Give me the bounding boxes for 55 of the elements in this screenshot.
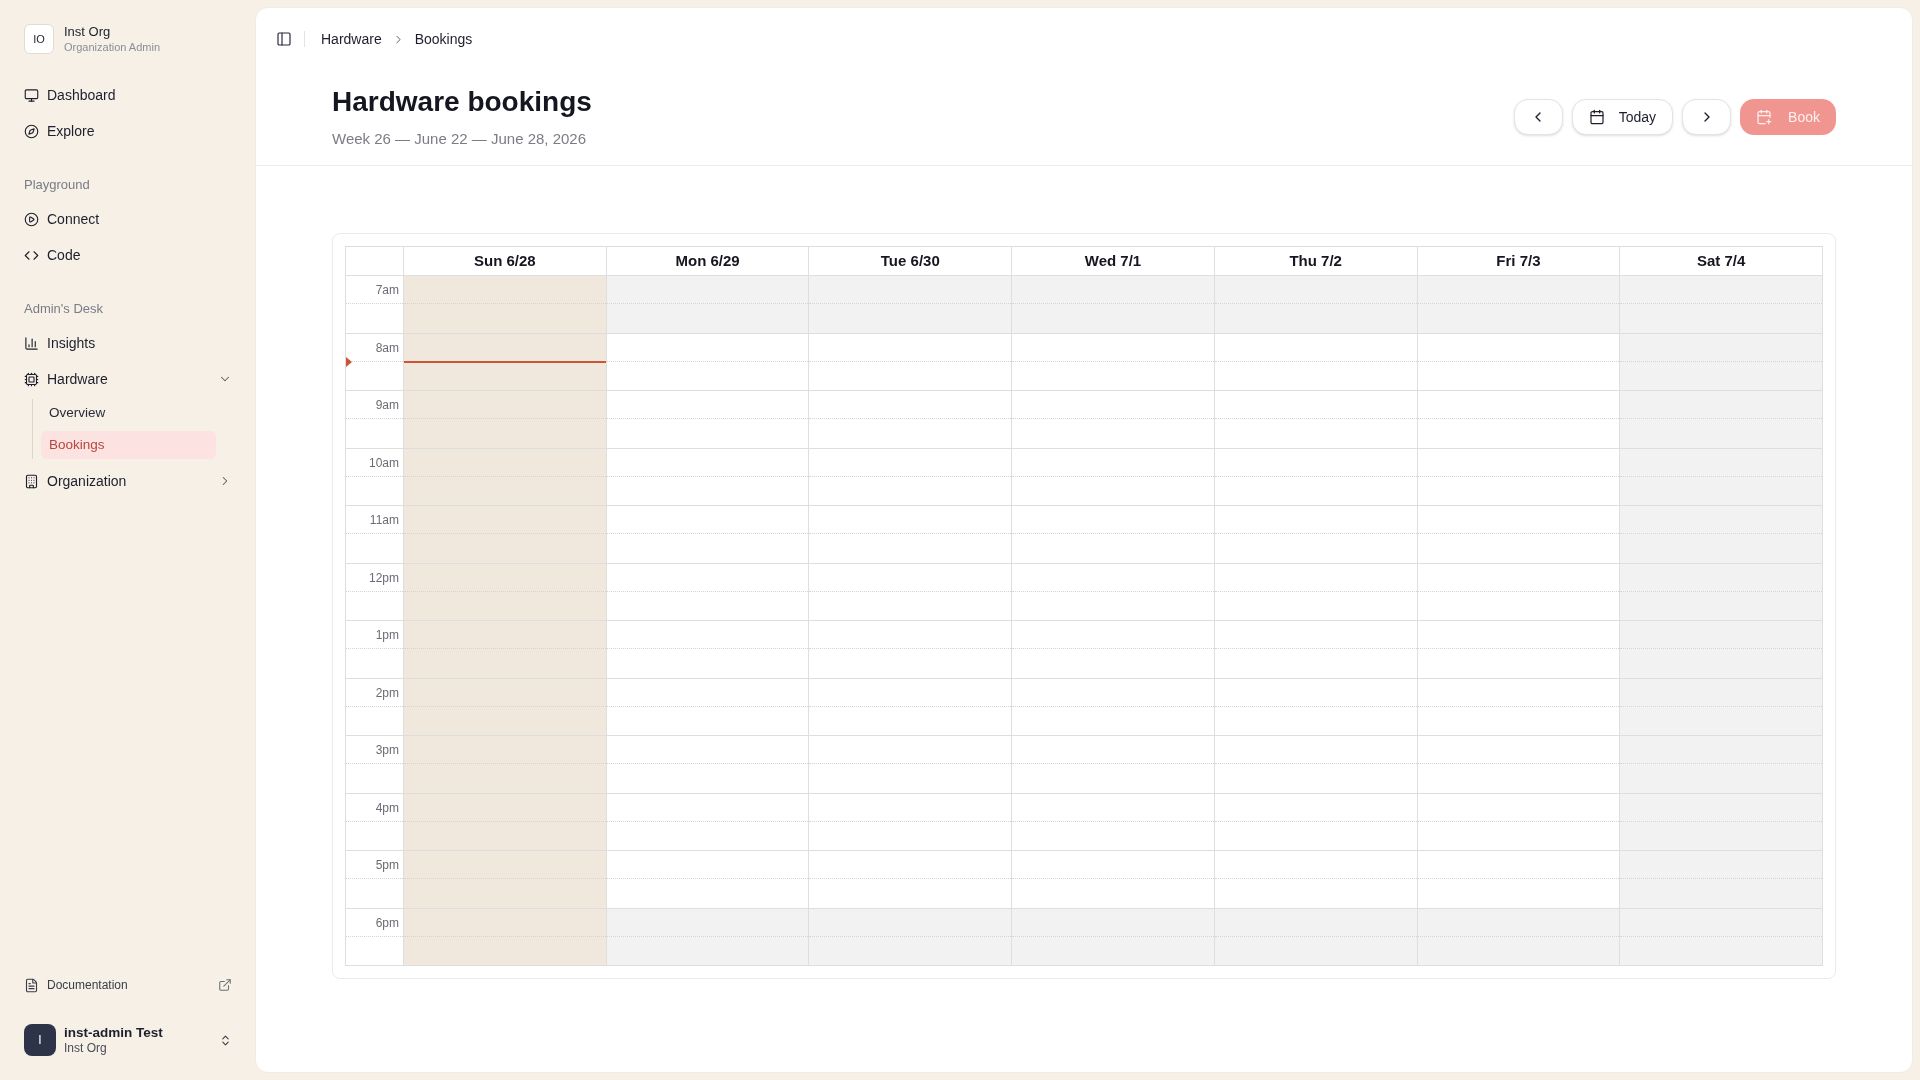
time-label: 11am (369, 512, 399, 528)
documentation-link[interactable]: Documentation (47, 976, 128, 994)
day-header: Sun 6/28 (404, 247, 607, 276)
time-label: 4pm (375, 799, 399, 816)
compass-icon (24, 123, 39, 139)
page-title: Hardware bookings (332, 85, 592, 119)
user-name: inst-admin Test (64, 1024, 163, 1041)
external-link-icon[interactable] (218, 978, 232, 992)
time-label: 12pm (368, 569, 399, 586)
monitor-icon (24, 87, 39, 103)
day-header: Sat 7/4 (1620, 247, 1823, 276)
play-circle-icon (24, 211, 39, 227)
nav-item[interactable]: Connect (24, 210, 100, 228)
time-label: 9am (375, 397, 399, 413)
breadcrumb-link[interactable]: Hardware (321, 28, 382, 50)
org-name: Inst Org (64, 24, 111, 40)
nav-item[interactable]: Hardware (24, 370, 232, 388)
nav-item[interactable]: Explore (24, 122, 95, 140)
nav-item[interactable]: Insights (24, 334, 96, 352)
time-label: 6pm (375, 914, 399, 931)
section-label: Admin's Desk (24, 300, 104, 319)
day-header: Mon 6/29 (606, 247, 810, 276)
day-header: Tue 6/30 (809, 247, 1013, 276)
nav-item[interactable]: Organization (24, 472, 232, 490)
day-header: Wed 7/1 (1012, 247, 1215, 276)
time-label: 7am (375, 282, 399, 298)
today-button[interactable]: Today (1571, 99, 1674, 135)
day-header: Thu 7/2 (1214, 247, 1418, 276)
nav-subitem[interactable]: Overview (49, 402, 106, 424)
breadcrumb-current: Bookings (414, 29, 473, 49)
time-label: 10am (368, 454, 399, 471)
time-label: 8am (375, 339, 399, 356)
chevrons-up-down-icon[interactable] (219, 1033, 232, 1047)
time-label: 2pm (375, 684, 399, 701)
week-subtitle: Week 26 — June 22 — June 28, 2026 (332, 129, 587, 149)
document-icon (24, 977, 39, 993)
section-label: Playground (24, 176, 90, 195)
user-avatar: I (24, 1024, 56, 1056)
time-label: 5pm (375, 857, 399, 873)
bar-chart-icon (24, 335, 39, 351)
chip-icon (24, 371, 39, 387)
current-time-marker-icon (346, 356, 352, 367)
calendar-icon (1588, 109, 1605, 125)
org-role: Organization Admin (64, 40, 160, 54)
nav-item[interactable]: Code (24, 246, 81, 264)
user-org: Inst Org (64, 1041, 107, 1056)
org-avatar: IO (24, 24, 54, 54)
nav-subitem[interactable]: Bookings (41, 431, 216, 459)
time-label: 1pm (375, 627, 399, 643)
time-label: 3pm (375, 742, 399, 758)
calendar-plus-icon (1756, 109, 1773, 125)
building-icon (24, 473, 39, 489)
day-header: Fri 7/3 (1417, 247, 1621, 276)
sidebar-toggle-icon[interactable] (276, 31, 292, 47)
nav-item[interactable]: Dashboard (24, 86, 116, 104)
